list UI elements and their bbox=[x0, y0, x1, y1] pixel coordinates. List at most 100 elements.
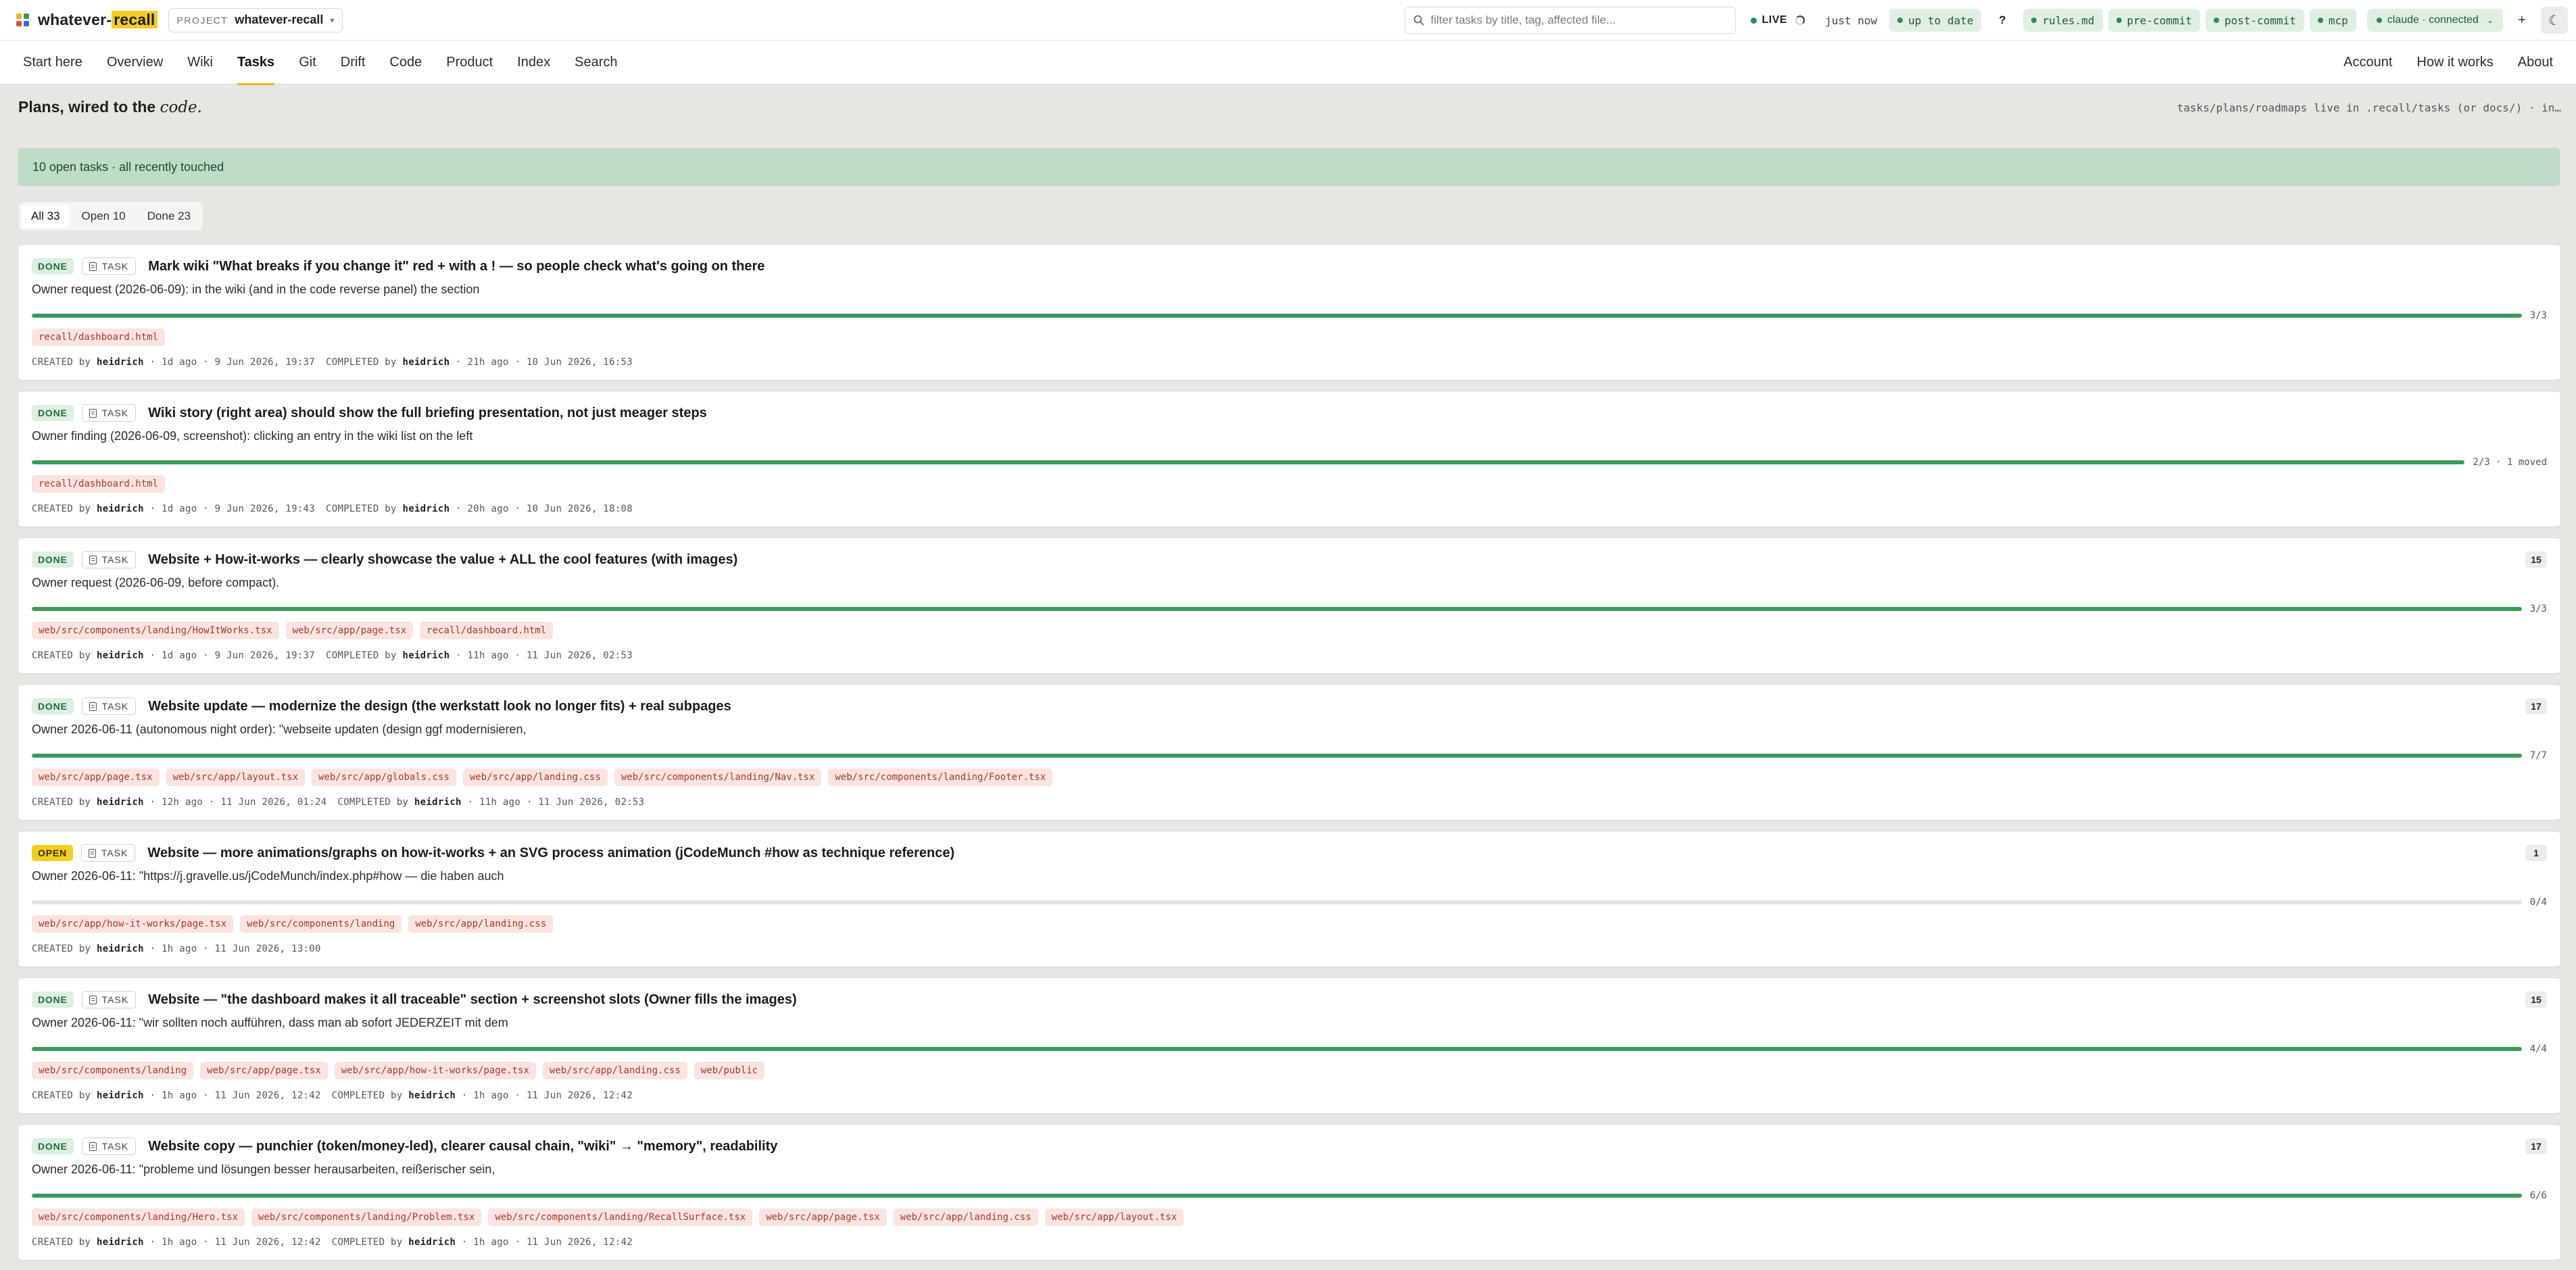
file-tag[interactable]: web/src/app/layout.tsx bbox=[1044, 1208, 1184, 1226]
nav-tasks[interactable]: Tasks bbox=[225, 41, 287, 85]
task-title[interactable]: Wiki story (right area) should show the … bbox=[148, 406, 707, 421]
task-card[interactable]: DONE TASK Mark wiki "What breaks if you ch… bbox=[18, 244, 2561, 381]
nav-how-it-works[interactable]: How it works bbox=[2404, 41, 2505, 84]
task-card[interactable]: DONE TASK Website — "the dashboard makes i… bbox=[18, 977, 2561, 1114]
progress-label: 7/7 bbox=[2529, 750, 2547, 761]
task-description: Owner 2026-06-11: "wir sollten noch auff… bbox=[32, 1016, 508, 1029]
task-card[interactable]: DONE TASK Website + How-it-works — clearly… bbox=[18, 537, 2561, 674]
task-kind-tag: TASK bbox=[81, 991, 137, 1008]
file-tag[interactable]: recall/dashboard.html bbox=[32, 475, 166, 493]
nav-start-here[interactable]: Start here bbox=[23, 41, 95, 84]
file-tag[interactable]: web/src/app/layout.tsx bbox=[166, 768, 306, 786]
file-tag[interactable]: web/src/app/globals.css bbox=[312, 768, 456, 786]
file-tag[interactable]: web/src/components/landing/Footer.tsx bbox=[828, 768, 1053, 786]
created-by: heidrich bbox=[97, 944, 144, 954]
nav-code[interactable]: Code bbox=[377, 41, 434, 84]
file-tag[interactable]: web/src/app/how-it-works/page.tsx bbox=[334, 1062, 536, 1079]
file-tag[interactable]: web/src/components/landing/HowItWorks.ts… bbox=[32, 622, 279, 639]
file-tag[interactable]: web/src/app/landing.css bbox=[542, 1062, 687, 1079]
status-dot-icon bbox=[2116, 18, 2122, 23]
nav-about[interactable]: About bbox=[2506, 41, 2565, 84]
file-tag[interactable]: web/src/components/landing/Hero.tsx bbox=[32, 1208, 245, 1226]
project-selector[interactable]: PROJECT whatever-recall ▾ bbox=[168, 7, 343, 32]
task-title[interactable]: Website — more animations/graphs on how-… bbox=[147, 846, 954, 861]
task-card[interactable]: DONE TASK Website copy — punchier (token/m… bbox=[18, 1124, 2561, 1261]
task-meta: CREATED by heidrich · 1h ago · 11 Jun 20… bbox=[32, 944, 321, 954]
file-tag[interactable]: web/src/app/landing.css bbox=[462, 768, 608, 786]
chip-mcp[interactable]: mcp bbox=[2309, 9, 2356, 32]
task-card[interactable]: DONE TASK Wiki story (right area) should s… bbox=[18, 391, 2561, 527]
task-kind-tag: TASK bbox=[81, 698, 137, 715]
chip-up-to-date[interactable]: up to date bbox=[1889, 9, 1982, 32]
top-bar: whatever-recall PROJECT whatever-recall … bbox=[0, 0, 2576, 41]
file-tag[interactable]: web/public bbox=[694, 1062, 765, 1079]
file-tag[interactable]: web/src/app/landing.css bbox=[893, 1208, 1038, 1226]
task-search[interactable] bbox=[1404, 7, 1736, 34]
file-tag[interactable]: web/src/components/landing/Problem.tsx bbox=[251, 1208, 482, 1226]
file-tag[interactable]: web/src/components/landing bbox=[240, 915, 402, 933]
status-badge: DONE bbox=[32, 258, 74, 274]
file-tag[interactable]: web/src/components/landing/Nav.tsx bbox=[614, 768, 822, 786]
file-tag[interactable]: web/src/app/landing.css bbox=[408, 915, 554, 933]
filter-open[interactable]: Open 10 bbox=[72, 205, 135, 228]
chevron-down-icon: ⌄ bbox=[2486, 16, 2494, 25]
task-description: Owner request (2026-06-09): in the wiki … bbox=[32, 283, 480, 296]
task-kind-tag: TASK bbox=[81, 404, 137, 422]
task-kind-tag: TASK bbox=[80, 844, 136, 862]
chip-rules[interactable]: rules.md bbox=[2023, 9, 2103, 32]
theme-toggle-moon-icon[interactable]: ☾ bbox=[2541, 7, 2568, 34]
search-input[interactable] bbox=[1430, 14, 1727, 27]
task-title[interactable]: Website — "the dashboard makes it all tr… bbox=[148, 992, 796, 1008]
progress-track bbox=[32, 1047, 2522, 1051]
plus-icon[interactable]: + bbox=[2508, 7, 2535, 34]
nav-account[interactable]: Account bbox=[2331, 41, 2404, 84]
filter-done[interactable]: Done 23 bbox=[138, 205, 200, 228]
task-progress: 4/4 bbox=[32, 1044, 2547, 1054]
last-updated: just now bbox=[1825, 14, 1878, 27]
completed-by: heidrich bbox=[414, 797, 462, 808]
task-title[interactable]: Mark wiki "What breaks if you change it"… bbox=[148, 259, 764, 274]
progress-fill bbox=[32, 314, 2522, 318]
task-description: Owner request (2026-06-09, before compac… bbox=[32, 576, 280, 589]
document-icon bbox=[89, 555, 97, 564]
task-title[interactable]: Website copy — punchier (token/money-led… bbox=[148, 1139, 777, 1154]
task-title[interactable]: Website update — modernize the design (t… bbox=[148, 699, 731, 714]
file-tag[interactable]: recall/dashboard.html bbox=[420, 622, 554, 639]
filter-all[interactable]: All 33 bbox=[22, 205, 70, 228]
file-tag[interactable]: web/src/app/page.tsx bbox=[759, 1208, 887, 1226]
file-tag[interactable]: recall/dashboard.html bbox=[32, 328, 166, 346]
file-tag[interactable]: web/src/app/page.tsx bbox=[32, 768, 160, 786]
nav-wiki[interactable]: Wiki bbox=[175, 41, 225, 84]
task-card[interactable]: OPEN TASK Website — more animations/graphs… bbox=[18, 831, 2561, 967]
main-nav: Start here Overview Wiki Tasks Git Drift… bbox=[0, 41, 2576, 85]
file-tag[interactable]: web/src/app/page.tsx bbox=[200, 1062, 328, 1079]
chip-post-commit[interactable]: post-commit bbox=[2205, 9, 2304, 32]
task-count-badge: 17 bbox=[2525, 698, 2547, 714]
chip-pre-commit[interactable]: pre-commit bbox=[2108, 9, 2200, 32]
status-badge: DONE bbox=[32, 405, 74, 421]
status-dot-icon bbox=[1897, 18, 1903, 23]
task-count-badge: 15 bbox=[2525, 552, 2547, 568]
file-tag[interactable]: web/src/components/landing bbox=[32, 1062, 194, 1079]
file-tag[interactable]: web/src/app/how-it-works/page.tsx bbox=[32, 915, 234, 933]
task-header: DONE TASK Website — "the dashboard makes i… bbox=[32, 990, 2547, 1009]
nav-git[interactable]: Git bbox=[287, 41, 329, 84]
affected-files: web/src/components/landing web/src/app/pa… bbox=[32, 1062, 765, 1079]
task-card[interactable]: DONE TASK Website update — modernize the d… bbox=[18, 684, 2561, 821]
claude-status-chip[interactable]: claude · connected ⌄ bbox=[2366, 9, 2503, 32]
nav-search[interactable]: Search bbox=[562, 41, 629, 84]
loading-spinner-icon bbox=[1795, 16, 1805, 25]
affected-files: recall/dashboard.html bbox=[32, 475, 166, 493]
nav-product[interactable]: Product bbox=[434, 41, 505, 84]
help-button[interactable]: ? bbox=[1991, 9, 2014, 32]
nav-index[interactable]: Index bbox=[505, 41, 562, 84]
task-title[interactable]: Website + How-it-works — clearly showcas… bbox=[148, 552, 737, 568]
file-tag[interactable]: web/src/app/page.tsx bbox=[285, 622, 414, 639]
affected-files: web/src/app/how-it-works/page.tsx web/src… bbox=[32, 915, 554, 933]
nav-drift[interactable]: Drift bbox=[329, 41, 378, 84]
task-progress: 2/3 · 1 moved bbox=[32, 457, 2547, 468]
affected-files: recall/dashboard.html bbox=[32, 328, 166, 346]
nav-overview[interactable]: Overview bbox=[95, 41, 175, 84]
brand[interactable]: whatever-recall bbox=[16, 11, 157, 29]
file-tag[interactable]: web/src/components/landing/RecallSurface… bbox=[488, 1208, 753, 1226]
